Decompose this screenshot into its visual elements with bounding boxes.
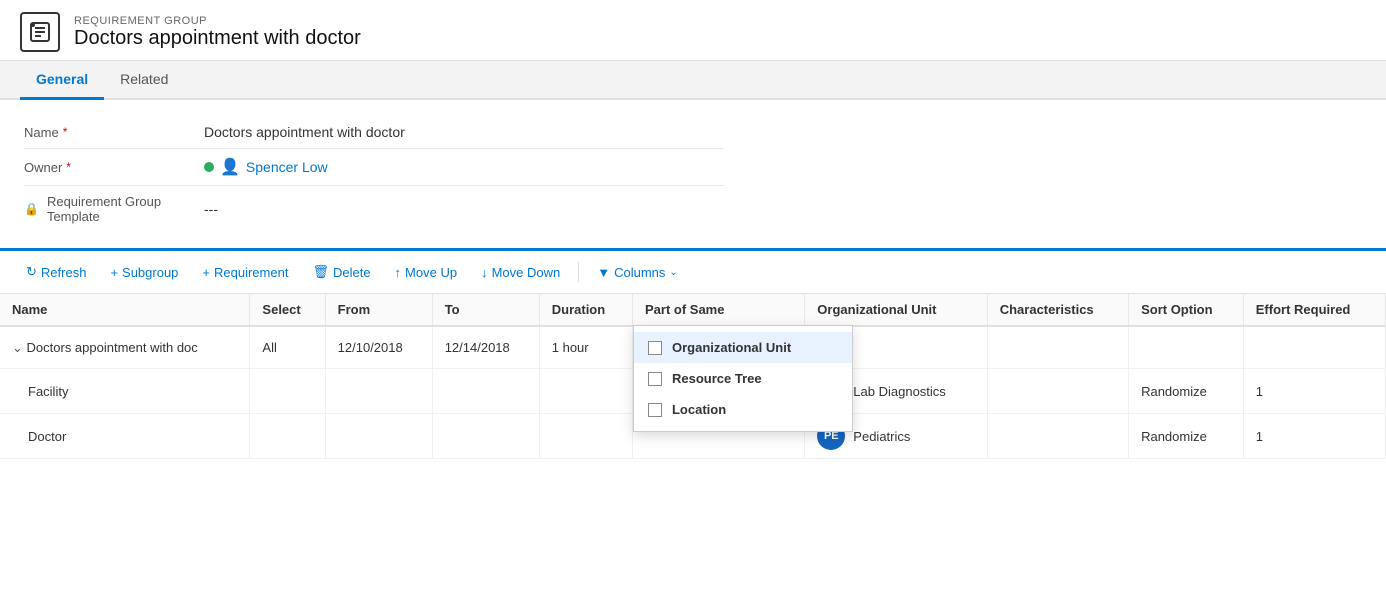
row-name-2: Doctor <box>0 414 250 459</box>
row-to-1 <box>432 369 539 414</box>
row-to-0: 12/14/2018 <box>432 326 539 369</box>
row-characteristics-0 <box>987 326 1128 369</box>
dropdown-item-resource-tree[interactable]: Resource Tree <box>634 363 852 394</box>
form-value-owner[interactable]: 👤 Spencer Low <box>204 157 724 177</box>
form-row-name: Name * Doctors appointment with doctor <box>24 116 724 149</box>
header-subtitle: REQUIREMENT GROUP <box>74 15 361 27</box>
user-icon: 👤 <box>220 157 240 177</box>
tab-bar: General Related <box>0 61 1386 100</box>
row-from-0: 12/10/2018 <box>325 326 432 369</box>
row-effort-required-0 <box>1243 326 1385 369</box>
row-characteristics-2 <box>987 414 1128 459</box>
subgroup-button[interactable]: + Subgroup <box>100 260 188 285</box>
form-label-name: Name * <box>24 125 204 140</box>
col-sort-option: Sort Option <box>1129 294 1244 326</box>
dropdown-item-location[interactable]: Location <box>634 394 852 425</box>
filter-icon: ▼ <box>597 265 610 280</box>
grid-toolbar: ↻ Refresh + Subgroup + Requirement 🗑 Del… <box>0 251 1386 294</box>
row-name-1: Facility <box>0 369 250 414</box>
delete-icon: 🗑 <box>312 264 329 280</box>
required-indicator: * <box>63 125 68 139</box>
row-select-2 <box>250 414 325 459</box>
separator <box>578 262 579 282</box>
form-value-name: Doctors appointment with doctor <box>204 124 724 140</box>
row-name-0: ⌄ Doctors appointment with doc <box>0 326 250 369</box>
form-label-owner: Owner * <box>24 160 204 175</box>
row-select-0: All <box>250 326 325 369</box>
refresh-button[interactable]: ↻ Refresh <box>16 259 96 285</box>
refresh-icon: ↻ <box>26 264 37 280</box>
row-select-1 <box>250 369 325 414</box>
col-from: From <box>325 294 432 326</box>
header-title: Doctors appointment with doctor <box>74 27 361 50</box>
row-sort-option-0 <box>1129 326 1244 369</box>
form-row-template: 🔒 Requirement Group Template --- <box>24 186 724 232</box>
checkbox-resource-tree[interactable] <box>648 372 662 386</box>
move-up-button[interactable]: ↑ Move Up <box>385 260 468 285</box>
row-from-2 <box>325 414 432 459</box>
row-sort-option-1: Randomize <box>1129 369 1244 414</box>
requirement-button[interactable]: + Requirement <box>192 260 298 285</box>
grid-container: Name Select From To Duration Part of Sam… <box>0 294 1386 459</box>
tab-related[interactable]: Related <box>104 61 184 100</box>
col-duration: Duration <box>539 294 632 326</box>
row-duration-0: 1 hour <box>539 326 632 369</box>
arrow-down-icon: ↓ <box>481 265 488 280</box>
row-to-2 <box>432 414 539 459</box>
delete-button[interactable]: 🗑 Delete <box>302 259 380 285</box>
req-group-icon <box>20 12 60 52</box>
col-name: Name <box>0 294 250 326</box>
col-characteristics: Characteristics <box>987 294 1128 326</box>
status-dot <box>204 162 214 172</box>
row-from-1 <box>325 369 432 414</box>
col-part-of-same: Part of Same Organizational Unit Resourc… <box>632 294 804 326</box>
row-characteristics-1 <box>987 369 1128 414</box>
col-to: To <box>432 294 539 326</box>
col-org-unit: Organizational Unit <box>805 294 987 326</box>
plus-icon-subgroup: + <box>110 265 118 280</box>
required-indicator-owner: * <box>66 160 71 174</box>
header-text: REQUIREMENT GROUP Doctors appointment wi… <box>74 15 361 50</box>
expand-icon-0[interactable]: ⌄ <box>12 340 23 355</box>
arrow-up-icon: ↑ <box>395 265 402 280</box>
row-sort-option-2: Randomize <box>1129 414 1244 459</box>
columns-button[interactable]: ▼ Columns ⌄ <box>587 260 688 285</box>
row-effort-required-1: 1 <box>1243 369 1385 414</box>
form-row-owner: Owner * 👤 Spencer Low <box>24 149 724 186</box>
checkbox-location[interactable] <box>648 403 662 417</box>
requirements-table: Name Select From To Duration Part of Sam… <box>0 294 1386 459</box>
plus-icon-req: + <box>202 265 210 280</box>
move-down-button[interactable]: ↓ Move Down <box>471 260 570 285</box>
app-header: REQUIREMENT GROUP Doctors appointment wi… <box>0 0 1386 61</box>
col-effort-required: Effort Required <box>1243 294 1385 326</box>
form-label-template: 🔒 Requirement Group Template <box>24 194 204 224</box>
chevron-down-icon: ⌄ <box>669 267 677 278</box>
dropdown-menu: Organizational Unit Resource Tree Locati… <box>633 325 853 432</box>
form-value-template: --- <box>204 201 724 217</box>
checkbox-org-unit[interactable] <box>648 341 662 355</box>
row-duration-1 <box>539 369 632 414</box>
row-duration-2 <box>539 414 632 459</box>
row-effort-required-2: 1 <box>1243 414 1385 459</box>
form-section: Name * Doctors appointment with doctor O… <box>0 100 1386 251</box>
dropdown-item-org-unit[interactable]: Organizational Unit <box>634 332 852 363</box>
lock-icon: 🔒 <box>24 202 39 216</box>
tab-general[interactable]: General <box>20 61 104 100</box>
col-select: Select <box>250 294 325 326</box>
